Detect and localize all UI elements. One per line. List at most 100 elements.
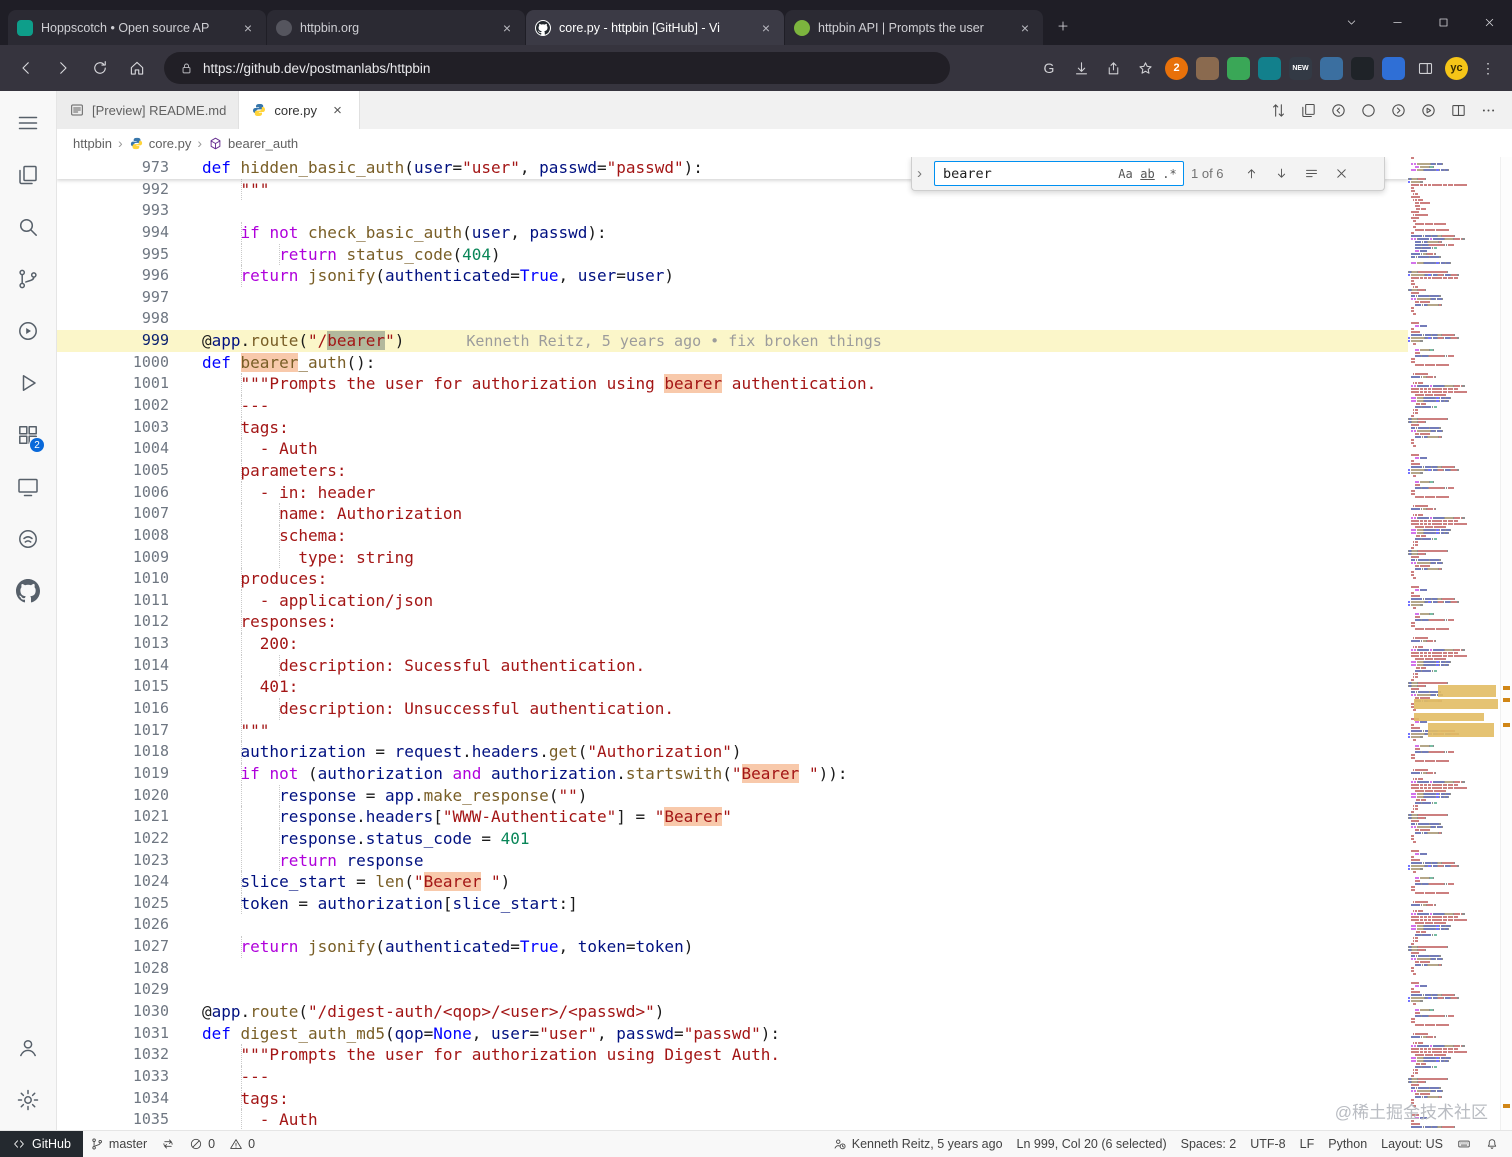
- github-button[interactable]: [4, 565, 52, 617]
- problems-errors[interactable]: 0: [182, 1131, 222, 1157]
- vertical-scrollbar[interactable]: [1500, 157, 1512, 1130]
- code-line[interactable]: 1024 slice_start = len("Bearer "): [57, 871, 1408, 893]
- code-line[interactable]: 1030 @app.route("/digest-auth/<qop>/<user…: [57, 1001, 1408, 1023]
- code-line[interactable]: 993: [57, 200, 1408, 222]
- notifications-bell[interactable]: [1478, 1137, 1506, 1151]
- share-icon[interactable]: [1101, 56, 1125, 80]
- code-line[interactable]: 998: [57, 308, 1408, 330]
- google-icon[interactable]: G: [1037, 56, 1061, 80]
- code-line[interactable]: 1017 """: [57, 719, 1408, 742]
- feedback-button[interactable]: [1450, 1137, 1478, 1151]
- tab-close-icon[interactable]: ×: [239, 19, 257, 37]
- settings-button[interactable]: [4, 1074, 52, 1126]
- remote-indicator[interactable]: GitHub: [0, 1131, 83, 1157]
- run-file-button[interactable]: [1415, 97, 1442, 124]
- tab-close-icon[interactable]: ×: [1016, 19, 1034, 37]
- next-match-button[interactable]: [1270, 162, 1293, 185]
- menu-button[interactable]: [4, 97, 52, 149]
- github-extension-icon[interactable]: [1351, 56, 1374, 80]
- code-line[interactable]: 1032 """Prompts the user for authorizati…: [57, 1044, 1408, 1066]
- code-line[interactable]: 1015 401:: [57, 676, 1408, 699]
- code-line[interactable]: 996 return jsonify(authenticated=True, u…: [57, 265, 1408, 287]
- pinwheel-extension-icon[interactable]: [1382, 56, 1405, 80]
- eol[interactable]: LF: [1293, 1137, 1322, 1151]
- keyboard-layout[interactable]: Layout: US: [1374, 1137, 1450, 1151]
- tab-close-icon[interactable]: ×: [757, 19, 775, 37]
- monitor-extension-icon[interactable]: [1320, 56, 1343, 80]
- find-in-selection-button[interactable]: [1300, 162, 1323, 185]
- code-line[interactable]: 1020 response = app.make_response(""): [57, 784, 1408, 807]
- code-line[interactable]: 1029: [57, 979, 1408, 1001]
- downloads-icon[interactable]: [1069, 56, 1093, 80]
- sync-button[interactable]: [154, 1131, 182, 1157]
- code-line[interactable]: 1010 produces:: [57, 568, 1408, 590]
- cursor-position[interactable]: Ln 999, Col 20 (6 selected): [1010, 1137, 1174, 1151]
- code-line[interactable]: 1035 - Auth: [57, 1109, 1408, 1130]
- encoding[interactable]: UTF-8: [1243, 1137, 1292, 1151]
- code-line[interactable]: 1000 def bearer_auth():: [57, 352, 1408, 374]
- new-tab-button[interactable]: [1048, 11, 1078, 41]
- code-line[interactable]: 1004 - Auth: [57, 438, 1408, 460]
- tab-search-chevron-icon[interactable]: [1328, 0, 1374, 45]
- extensions-button[interactable]: 2: [4, 409, 52, 461]
- code-lines[interactable]: 973 def hidden_basic_auth(user="user", pa…: [57, 157, 1408, 1130]
- nav-back-button[interactable]: [1325, 97, 1352, 124]
- code-line[interactable]: 997: [57, 287, 1408, 309]
- browser-tab[interactable]: httpbin.org ×: [267, 10, 525, 45]
- account-button[interactable]: [4, 1022, 52, 1074]
- code-line[interactable]: 1014 description: Sucessful authenticati…: [57, 654, 1408, 677]
- breadcrumb-item[interactable]: httpbin: [73, 136, 112, 151]
- run-debug-button[interactable]: [4, 305, 52, 357]
- nav-forward-button[interactable]: [1385, 97, 1412, 124]
- code-line[interactable]: 1021 response.headers["WWW-Authenticate"…: [57, 806, 1408, 828]
- new-extension-badge[interactable]: NEW: [1289, 56, 1312, 80]
- code-line[interactable]: 1005 parameters:: [57, 459, 1408, 482]
- back-button[interactable]: [8, 51, 43, 85]
- close-find-button[interactable]: [1330, 162, 1353, 185]
- code-editor[interactable]: 973 def hidden_basic_auth(user="user", pa…: [57, 157, 1512, 1130]
- code-line[interactable]: 1022 response.status_code = 401: [57, 827, 1408, 850]
- code-line[interactable]: 1026: [57, 914, 1408, 936]
- browser-tab[interactable]: httpbin API | Prompts the user ×: [785, 10, 1043, 45]
- home-button[interactable]: [119, 51, 154, 85]
- copy-file-button[interactable]: [1295, 97, 1322, 124]
- favorites-icon[interactable]: [1133, 56, 1157, 80]
- regex-button[interactable]: .*: [1159, 163, 1180, 184]
- run-button[interactable]: [4, 357, 52, 409]
- indentation[interactable]: Spaces: 2: [1174, 1137, 1244, 1151]
- sidebar-toggle-icon[interactable]: [1413, 56, 1437, 80]
- code-line[interactable]: 1034 tags:: [57, 1087, 1408, 1110]
- explorer-button[interactable]: [4, 149, 52, 201]
- toggle-replace-icon[interactable]: ›: [912, 157, 927, 190]
- code-line[interactable]: 1013 200:: [57, 633, 1408, 655]
- find-input[interactable]: bearer Aa ab .*: [934, 161, 1184, 186]
- profile-avatar[interactable]: yc: [1445, 56, 1468, 80]
- browser-tab[interactable]: Hoppscotch • Open source AP ×: [8, 10, 266, 45]
- code-line[interactable]: 1009 type: string: [57, 546, 1408, 569]
- close-button[interactable]: [1466, 0, 1512, 45]
- code-line[interactable]: 1011 - application/json: [57, 589, 1408, 612]
- code-line[interactable]: 1025 token = authorization[slice_start:]: [57, 892, 1408, 915]
- language-mode[interactable]: Python: [1321, 1137, 1374, 1151]
- code-line[interactable]: 995 return status_code(404): [57, 243, 1408, 266]
- code-line[interactable]: 1007 name: Authorization: [57, 503, 1408, 525]
- filter-extension-icon[interactable]: [1258, 56, 1281, 80]
- code-line[interactable]: 1008 schema:: [57, 524, 1408, 547]
- more-actions-button[interactable]: [1475, 97, 1502, 124]
- breadcrumb-item[interactable]: bearer_auth: [208, 136, 298, 151]
- whole-word-button[interactable]: ab: [1137, 163, 1158, 184]
- minimap[interactable]: [1408, 157, 1500, 1130]
- live-share-button[interactable]: [4, 513, 52, 565]
- problems-warnings[interactable]: 0: [222, 1131, 262, 1157]
- code-line[interactable]: 994 if not check_basic_auth(user, passwd…: [57, 221, 1408, 244]
- workspaces-extension-icon[interactable]: [1196, 56, 1219, 80]
- code-line[interactable]: 1001 """Prompts the user for authorizati…: [57, 373, 1408, 396]
- previous-match-button[interactable]: [1240, 162, 1263, 185]
- match-case-button[interactable]: Aa: [1115, 163, 1136, 184]
- forward-button[interactable]: [45, 51, 80, 85]
- browser-tab[interactable]: core.py - httpbin [GitHub] - Vi ×: [526, 10, 784, 45]
- code-line[interactable]: 1033 ---: [57, 1065, 1408, 1088]
- blame-indicator[interactable]: Kenneth Reitz, 5 years ago: [826, 1137, 1010, 1151]
- code-line[interactable]: 1016 description: Unsuccessful authentic…: [57, 698, 1408, 720]
- tab-close-icon[interactable]: ×: [328, 101, 347, 120]
